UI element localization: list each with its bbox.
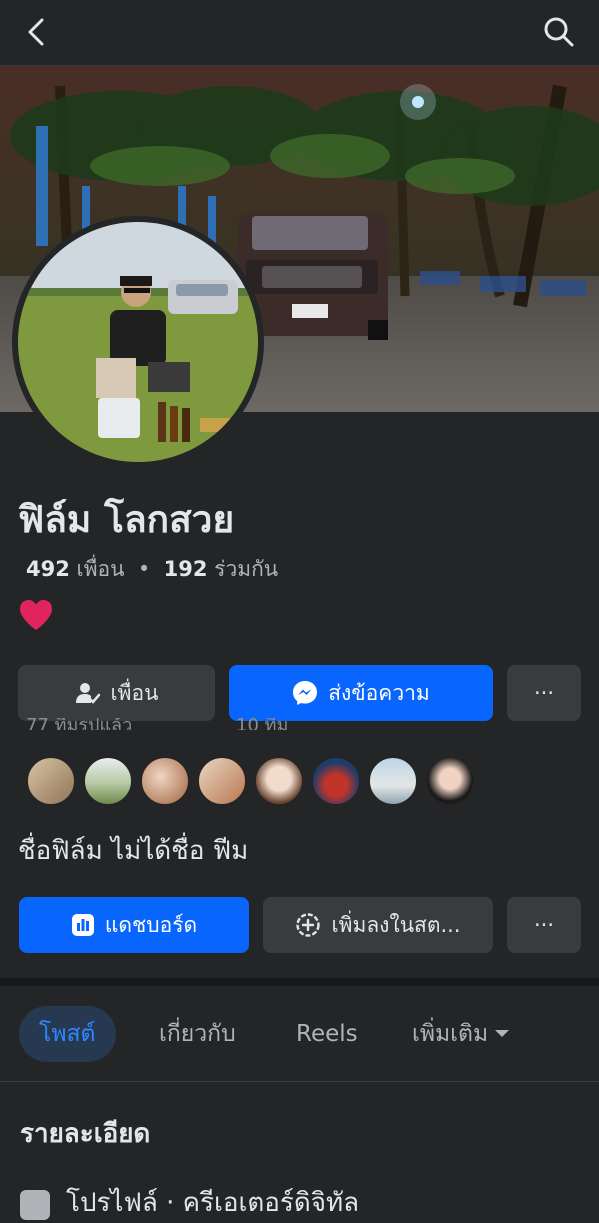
profile-bio: ชื่อฟิล์ม ไม่ได้ชื่อ ฟีม [18,836,249,866]
friend-avatar[interactable] [140,756,190,806]
dashboard-button[interactable]: แดชบอร์ด [19,897,249,953]
friend-avatar[interactable] [197,756,247,806]
tab-about[interactable]: เกี่ยวกับ [139,1006,256,1062]
mutual-count[interactable]: 192 [164,557,208,581]
add-story-icon [296,913,321,937]
clipped-text-left: 77 ทีมรูปแล้ว [26,718,133,730]
friends-button-label: เพื่อน [110,680,159,705]
detail-row: โปรไฟล์ · ครีเอเตอร์ดิจิทัล [20,1182,580,1220]
friend-avatar[interactable] [83,756,133,806]
details-heading: รายละเอียด [20,1119,151,1149]
friends-button[interactable]: เพื่อน [18,665,215,721]
friend-avatar[interactable] [368,756,418,806]
detail-text: โปรไฟล์ · ครีเอเตอร์ดิจิทัล [66,1188,360,1218]
stats-separator: • [137,557,151,581]
more-options-button-2[interactable]: ··· [507,897,581,953]
message-button[interactable]: ส่งข้อความ [229,665,493,721]
more-icon: ··· [533,913,555,937]
tab-more-label: เพิ่มเติม [412,1021,489,1047]
friends-label[interactable]: เพื่อน [77,557,125,581]
friend-avatar[interactable] [311,756,361,806]
friends-count[interactable]: 492 [26,557,70,581]
dashboard-icon [71,914,94,936]
mutual-label[interactable]: ร่วมกัน [214,557,278,581]
friend-avatar[interactable] [254,756,304,806]
clipped-text-right: 10 ทีม [236,718,289,730]
caret-down-icon [495,1030,510,1037]
tab-posts[interactable]: โพสต์ [19,1006,116,1062]
friend-avatar[interactable] [26,756,76,806]
add-to-story-label: เพิ่มลงในสต... [331,912,461,937]
messenger-icon [293,681,318,705]
section-divider [0,978,599,986]
tab-reels[interactable]: Reels [276,1006,378,1062]
clipped-info-row: 77 ทีมรูปแล้ว 10 ทีม [26,718,456,730]
dashboard-button-label: แดชบอร์ด [104,912,198,937]
tab-posts-label: โพสต์ [39,1021,96,1047]
top-bar [0,0,599,66]
tab-about-label: เกี่ยวกับ [159,1021,236,1047]
message-button-label: ส่งข้อความ [328,680,430,705]
back-icon[interactable] [20,14,56,50]
search-icon[interactable] [541,14,577,50]
more-icon: ··· [533,681,555,705]
heart-icon [18,598,54,632]
profile-tabs: โพสต์ เกี่ยวกับ Reels เพิ่มเติม [0,986,599,1082]
profile-name: ฟิล์ม โลกสวย [18,498,235,541]
tab-reels-label: Reels [296,1021,358,1047]
profile-stats: 492 เพื่อน • 192 ร่วมกัน [26,553,278,586]
profile-avatar[interactable] [12,216,264,468]
tab-more[interactable]: เพิ่มเติม [392,1006,530,1062]
more-options-button[interactable]: ··· [507,665,581,721]
friend-avatar[interactable] [425,756,475,806]
avatar-photo [18,222,258,462]
add-to-story-button[interactable]: เพิ่มลงในสต... [263,897,493,953]
info-icon [20,1190,50,1220]
friend-check-icon [75,683,100,704]
